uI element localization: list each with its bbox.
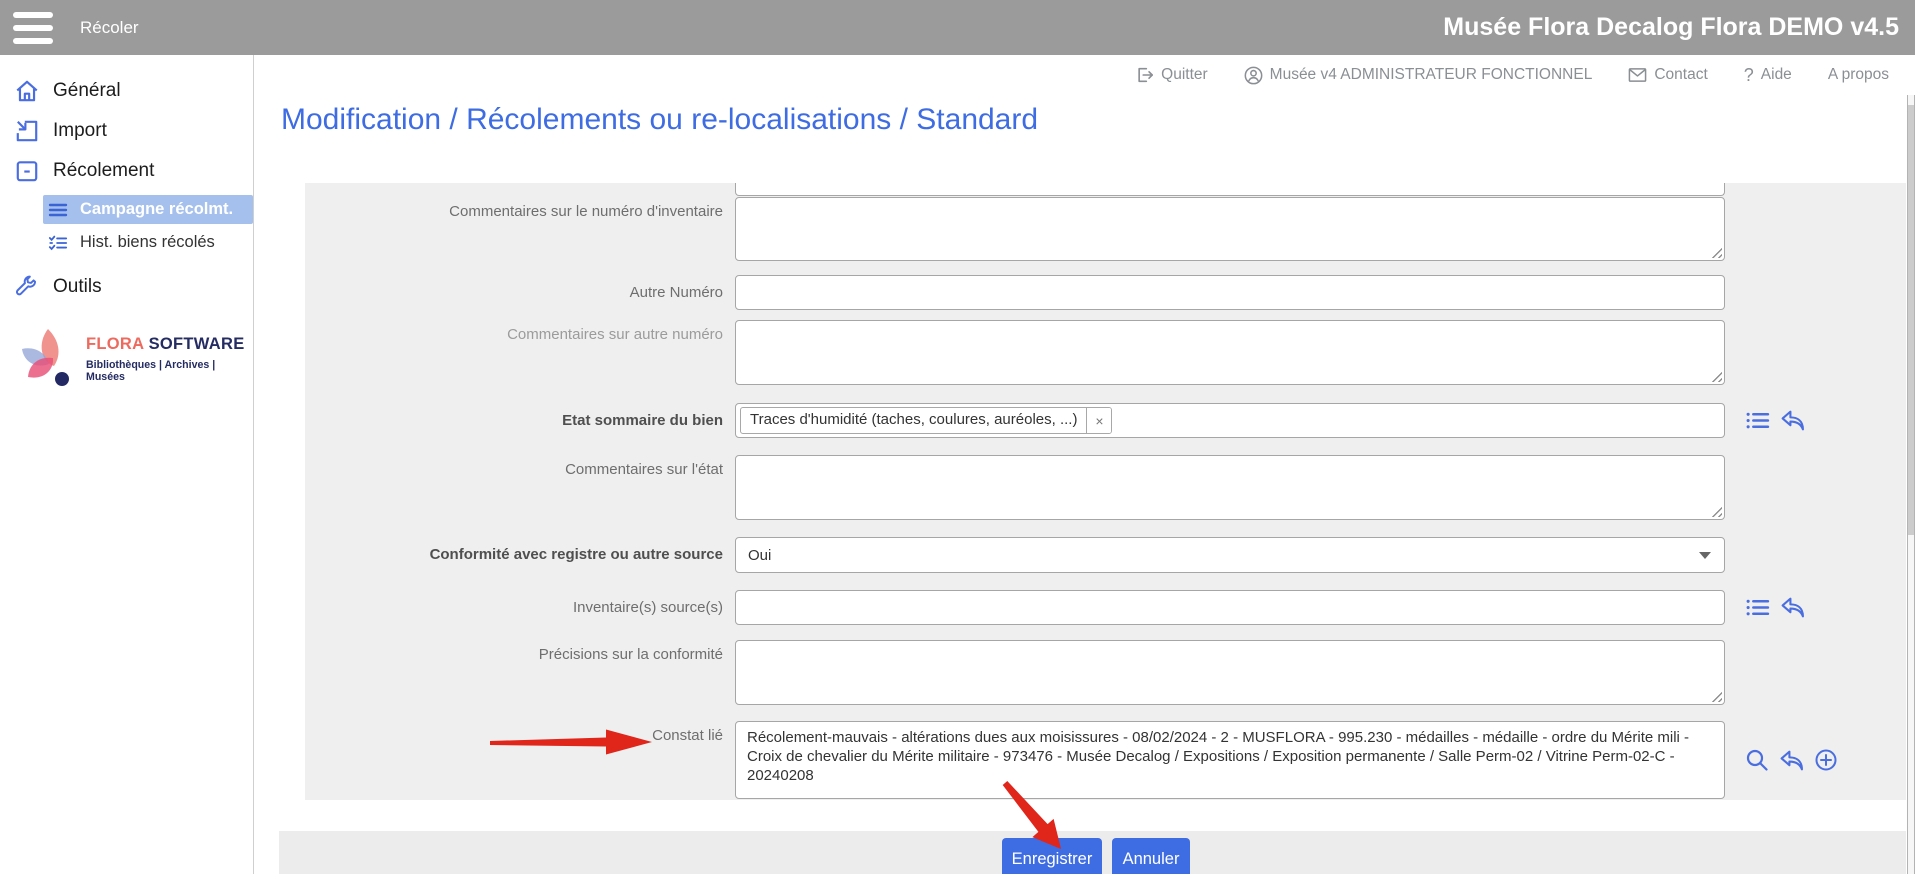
home-icon (14, 78, 41, 105)
field-row: Autre Numéro (305, 275, 1906, 310)
field-row: Commentaires sur l'état (305, 455, 1906, 520)
undo-icon[interactable] (1780, 410, 1805, 431)
tag-chip-label: Traces d'humidité (taches, coulures, aur… (741, 408, 1086, 433)
exit-icon (1136, 66, 1154, 84)
list-icon[interactable] (1745, 597, 1770, 618)
field-label: Commentaires sur le numéro d'inventaire (305, 203, 723, 220)
import-icon (14, 118, 41, 145)
user-icon (1244, 66, 1263, 85)
archive-icon (14, 158, 41, 185)
quitter-link[interactable]: Quitter (1136, 66, 1208, 84)
top-bar: Récoler Musée Flora Decalog Flora DEMO v… (0, 0, 1915, 55)
application-window: Récoler Musée Flora Decalog Flora DEMO v… (0, 0, 1915, 874)
tag-chip: Traces d'humidité (taches, coulures, aur… (740, 407, 1112, 434)
autre-numero-input[interactable] (735, 275, 1725, 310)
field-label: Inventaire(s) source(s) (305, 590, 723, 625)
sidebar-item-recolement[interactable]: Récolement (0, 151, 253, 191)
topbar-menu-label: Récoler (80, 18, 139, 38)
sidebar-item-campagne-recolement[interactable]: Campagne récolmt. (43, 195, 253, 224)
flora-petals-icon (18, 327, 84, 387)
field-row: Commentaires sur autre numéro (305, 320, 1906, 385)
header-links: Quitter Musée v4 ADMINISTRATEUR FONCTION… (254, 55, 1907, 95)
user-account-link[interactable]: Musée v4 ADMINISTRATEUR FONCTIONNEL (1244, 66, 1593, 85)
precisions-conformite-textarea[interactable] (735, 640, 1725, 705)
undo-icon[interactable] (1779, 750, 1804, 771)
constat-lie-textarea[interactable]: Récolement-mauvais - altérations dues au… (735, 721, 1725, 799)
brand-software: SOFTWARE (144, 335, 245, 353)
a-propos-label: A propos (1828, 66, 1889, 84)
brand-tagline: Bibliothèques | Archives | Musées (86, 359, 248, 383)
conformite-select-value: Oui (748, 547, 771, 564)
field-row: Conformité avec registre ou autre source… (305, 537, 1906, 573)
list-icon[interactable] (1745, 410, 1770, 431)
flora-software-logo: FLORA SOFTWARE Bibliothèques | Archives … (18, 327, 248, 387)
sidebar-item-label: Hist. biens récolés (80, 233, 215, 252)
contact-label: Contact (1654, 66, 1707, 84)
field-row: Inventaire(s) source(s) (305, 590, 1906, 625)
inventaires-sources-input[interactable] (735, 590, 1725, 625)
menu-icon[interactable] (13, 12, 53, 44)
sidebar-item-general[interactable]: Général (0, 71, 253, 111)
field-row: Commentaires sur le numéro d'inventaire (305, 197, 1906, 261)
user-account-label: Musée v4 ADMINISTRATEUR FONCTIONNEL (1270, 66, 1593, 84)
field-row: Constat lié Récolement-mauvais - altérat… (305, 721, 1906, 799)
sidebar-item-hist-biens-recoles[interactable]: Hist. biens récolés (0, 228, 253, 257)
field-label: Autre Numéro (305, 275, 723, 310)
sidebar-item-outils[interactable]: Outils (0, 267, 253, 307)
field-label: Précisions sur la conformité (305, 646, 723, 663)
aide-label: Aide (1761, 66, 1792, 84)
cutoff-field[interactable] (735, 183, 1725, 196)
field-label: Constat lié (305, 727, 723, 744)
add-icon[interactable] (1814, 748, 1838, 772)
contact-link[interactable]: Contact (1628, 66, 1707, 84)
quitter-label: Quitter (1161, 66, 1208, 84)
field-label: Conformité avec registre ou autre source (305, 537, 723, 573)
etat-sommaire-tag-field[interactable]: Traces d'humidité (taches, coulures, aur… (735, 403, 1725, 438)
sidebar-item-label: Général (53, 80, 121, 102)
form-panel: Commentaires sur le numéro d'inventaire … (305, 183, 1906, 800)
search-icon[interactable] (1745, 748, 1769, 772)
a-propos-link[interactable]: A propos (1828, 66, 1889, 84)
field-label: Commentaires sur autre numéro (305, 326, 723, 343)
sidebar-item-label: Campagne récolmt. (80, 200, 233, 219)
chevron-down-icon (1699, 552, 1711, 559)
checklist-icon (48, 234, 68, 252)
conformite-select[interactable]: Oui (735, 537, 1725, 573)
wrench-icon (14, 274, 41, 301)
brand-flora: FLORA (86, 335, 144, 353)
field-row: Précisions sur la conformité (305, 640, 1906, 705)
save-button[interactable]: Enregistrer (1002, 838, 1102, 874)
commentaires-etat-textarea[interactable] (735, 455, 1725, 520)
sidebar-item-label: Import (53, 120, 107, 142)
sidebar-item-import[interactable]: Import (0, 111, 253, 151)
aide-link[interactable]: ? Aide (1744, 65, 1792, 86)
commentaires-autre-numero-textarea[interactable] (735, 320, 1725, 385)
app-title: Musée Flora Decalog Flora DEMO v4.5 (1443, 13, 1899, 42)
field-row: Etat sommaire du bien Traces d'humidité … (305, 403, 1906, 438)
tag-remove-icon[interactable]: × (1086, 408, 1111, 433)
vertical-scrollbar (1907, 95, 1915, 874)
undo-icon[interactable] (1780, 597, 1805, 618)
scrollbar-thumb[interactable] (1908, 105, 1914, 535)
sidebar-item-label: Récolement (53, 160, 154, 182)
help-icon: ? (1744, 65, 1754, 86)
page-title: Modification / Récolements ou re-localis… (281, 103, 1038, 137)
sidebar: Général Import Récolement Campagne récol… (0, 55, 254, 874)
commentaires-numero-inventaire-textarea[interactable] (735, 197, 1725, 261)
mail-icon (1628, 67, 1647, 83)
field-label: Etat sommaire du bien (305, 403, 723, 438)
menu-lines-icon (48, 201, 68, 219)
field-label: Commentaires sur l'état (305, 461, 723, 478)
cancel-button[interactable]: Annuler (1112, 838, 1190, 874)
sidebar-item-label: Outils (53, 276, 102, 298)
